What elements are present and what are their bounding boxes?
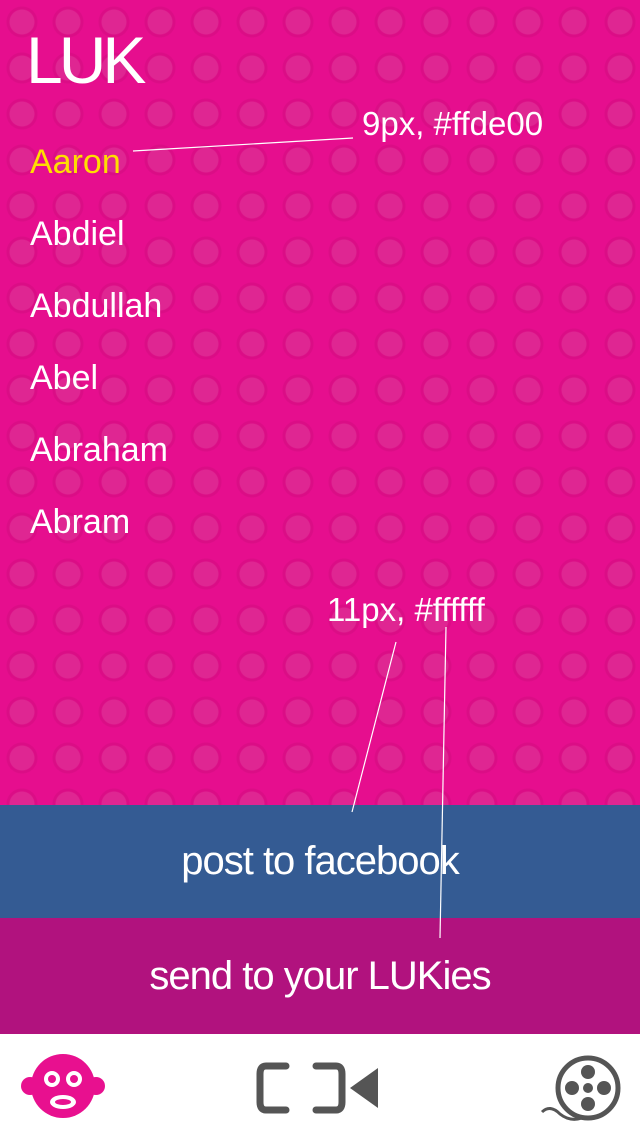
name-item-abdiel[interactable]: Abdiel (30, 198, 168, 270)
annotation-selected-name-style: 9px, #ffde00 (362, 105, 544, 142)
post-to-facebook-button[interactable]: post to facebook (0, 805, 640, 918)
name-item-abraham[interactable]: Abraham (30, 414, 168, 486)
name-item-abram[interactable]: Abram (30, 486, 168, 558)
video-camera-icon (256, 1062, 378, 1114)
tab-monkey[interactable] (20, 1051, 106, 1121)
tab-video[interactable] (256, 1056, 382, 1120)
name-list: Aaron Abdiel Abdullah Abel Abraham Abram (30, 126, 168, 558)
name-item-abel[interactable]: Abel (30, 342, 168, 414)
post-to-facebook-label: post to facebook (181, 839, 460, 883)
app-title: LUK (26, 23, 146, 97)
film-reel-icon (540, 1055, 621, 1121)
monkey-icon (21, 1054, 105, 1118)
send-to-lukies-label: send to your LUKies (149, 953, 491, 998)
tab-bar (0, 1034, 640, 1136)
name-item-aaron[interactable]: Aaron (30, 126, 168, 198)
annotation-button-text-style: 11px, #ffffff (327, 591, 485, 628)
name-item-abdullah[interactable]: Abdullah (30, 270, 168, 342)
send-to-lukies-button[interactable]: send to your LUKies (0, 918, 640, 1034)
tab-film[interactable] (540, 1052, 622, 1124)
